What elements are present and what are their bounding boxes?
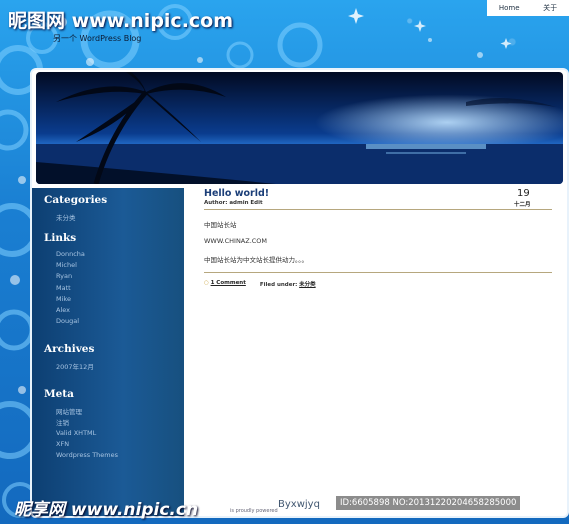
filed-under-label: Filed under:: [259, 282, 298, 288]
meta-logout-link[interactable]: 注销: [56, 417, 69, 427]
watermark-top: 昵图网 www.nipic.com: [8, 10, 234, 32]
post-date-month: 十二月: [514, 202, 531, 208]
meta-xfn-link[interactable]: XFN: [56, 440, 69, 448]
link-alex[interactable]: Alex: [56, 306, 70, 314]
nav-home-link[interactable]: Home: [499, 4, 520, 12]
blog-frame: Categories 未分类 Links Donncha Michel Ryan…: [30, 68, 569, 518]
archive-link[interactable]: 2007年12月: [56, 361, 94, 371]
post-paragraph: 中国站长站为中文站长提供动力。。。: [204, 256, 308, 264]
meta-heading: Meta: [44, 388, 74, 400]
link-ryan[interactable]: Ryan: [56, 272, 72, 280]
comments-link[interactable]: ○ 1 Comment: [204, 280, 246, 288]
link-matt[interactable]: Matt: [56, 284, 71, 292]
filed-under: Filed under: 未分类: [260, 280, 316, 288]
links-heading: Links: [44, 232, 77, 244]
nav-about-link[interactable]: 关于: [543, 3, 557, 13]
post-footer: ○ 1 Comment Filed under: 未分类: [204, 280, 316, 288]
powered-by: is proudly powered: [230, 508, 278, 514]
link-mike[interactable]: Mike: [56, 295, 71, 303]
post-date-day: 19: [517, 188, 530, 199]
categories-heading: Categories: [44, 194, 108, 206]
header-banner: [36, 72, 563, 184]
comments-label[interactable]: 1 Comment: [211, 280, 246, 286]
comment-bubble-icon: ○: [204, 280, 209, 286]
link-michel[interactable]: Michel: [56, 261, 77, 269]
watermark-id: ID:6605898 NO:20131220204658285000: [336, 496, 521, 510]
meta-themes-link[interactable]: Wordpress Themes: [56, 451, 118, 459]
watermark-bottom-mid: Byxwjyq: [278, 499, 320, 510]
watermark-bottom-left: 昵享网 www.nipic.cn: [14, 500, 199, 520]
divider: [204, 272, 552, 273]
post-paragraph: 中国站长站: [204, 221, 237, 229]
post-paragraph: WWW.CHINAZ.COM: [204, 237, 268, 245]
link-dougal[interactable]: Dougal: [56, 317, 79, 325]
site-title[interactable]: 另一个 WordPress Blog: [53, 33, 141, 44]
filed-category-link[interactable]: 未分类: [299, 282, 316, 288]
post-title[interactable]: Hello world!: [204, 188, 269, 199]
divider: [204, 209, 552, 210]
meta-xhtml-link[interactable]: Valid XHTML: [56, 429, 96, 437]
beach-banner-image: [36, 72, 563, 184]
post-meta: Author: admin Edit: [204, 200, 263, 206]
category-link[interactable]: 未分类: [56, 212, 76, 222]
sidebar: Categories 未分类 Links Donncha Michel Ryan…: [32, 188, 184, 516]
top-navigation: Home 关于: [487, 0, 569, 16]
archives-heading: Archives: [44, 343, 95, 355]
meta-admin-link[interactable]: 网站管理: [56, 406, 82, 416]
main-content: Hello world! Author: admin Edit 19 十二月 中…: [184, 188, 563, 516]
link-donncha[interactable]: Donncha: [56, 250, 85, 258]
